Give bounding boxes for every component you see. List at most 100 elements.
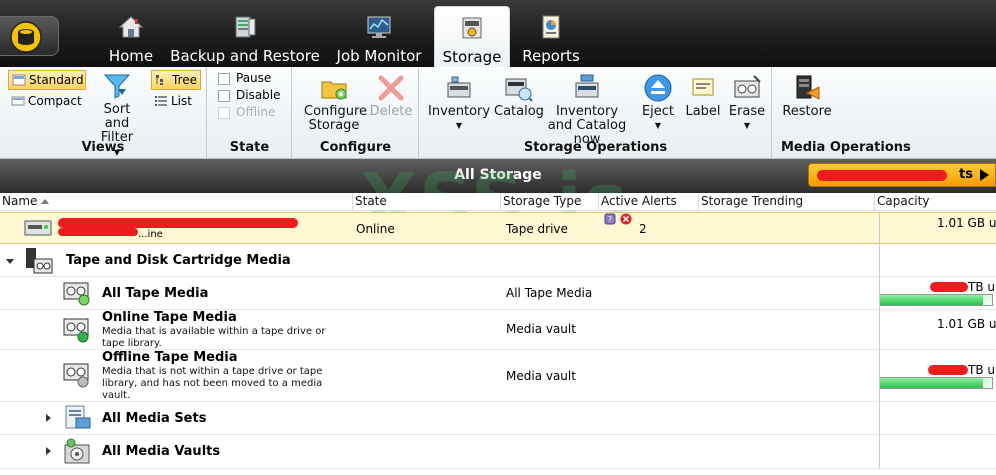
table-row-device[interactable]: ...ine Online Tape drive ? 2 1.01 GB u (0, 212, 996, 244)
alert-error-icon (620, 213, 632, 225)
standard-view-button[interactable]: Standard (8, 70, 86, 90)
configure-storage-label: Configure Storage (304, 104, 368, 133)
tree-view-icon (156, 75, 163, 85)
expand-closed-icon[interactable] (46, 447, 51, 455)
eject-icon (644, 74, 672, 102)
capacity-bar-fill (880, 295, 984, 305)
restore-button[interactable]: Restore (779, 73, 835, 119)
device-storage-type: Tape drive (506, 222, 568, 236)
tape-media-icon (63, 282, 90, 306)
compact-view-label: Compact (28, 94, 82, 108)
offline-tape-media-storage-type: Media vault (506, 369, 576, 383)
column-storage-type[interactable]: Storage Type (500, 194, 598, 210)
table-row-online-tape-media[interactable]: Online Tape Media Media that is availabl… (0, 310, 996, 350)
pause-label: Pause (236, 71, 272, 85)
inventory-icon (447, 76, 471, 98)
label-label: Label (685, 104, 721, 119)
catalog-label: Catalog (494, 104, 544, 119)
tab-label: Storage (442, 48, 502, 66)
column-label: Name (2, 194, 38, 208)
redacted-text (928, 365, 968, 375)
table-row-all-media-sets[interactable]: All Media Sets (0, 402, 996, 435)
home-icon (118, 16, 144, 38)
dropdown-arrow-icon: ▼ (654, 121, 662, 130)
standard-view-label: Standard (29, 73, 84, 87)
ribbon-group-configure: Configure Storage Delete Configure (293, 67, 419, 159)
arrow-right-icon (980, 169, 989, 181)
restore-icon (796, 75, 820, 100)
tab-backup-and-restore[interactable]: Backup and Restore (170, 6, 320, 67)
dropdown-arrow-icon: ▼ (743, 121, 751, 130)
erase-button[interactable]: Erase ▼ (726, 73, 768, 133)
all-tape-media-storage-type: All Tape Media (506, 286, 593, 300)
disable-checkbox[interactable]: Disable (218, 88, 281, 104)
ribbon-group-state: Pause Disable Offline State (208, 67, 292, 159)
delete-icon (378, 75, 404, 101)
disable-label: Disable (236, 88, 281, 102)
column-label: Storage Type (503, 194, 582, 208)
app-menu-button[interactable] (0, 16, 59, 56)
redacted-text (58, 218, 298, 228)
erase-icon (734, 75, 761, 98)
online-tape-media-description: Media that is available within a tape dr… (102, 326, 326, 349)
online-tape-media-storage-type: Media vault (506, 322, 576, 336)
ribbon-group-label: Configure (319, 140, 392, 155)
inventory-and-catalog-now-button[interactable]: Inventory and Catalog now (544, 73, 630, 147)
dropdown-arrow-icon: ▼ (455, 121, 463, 130)
column-label: State (355, 194, 387, 208)
tab-storage[interactable]: Storage (434, 6, 510, 67)
table-row-all-media-vaults[interactable]: All Media Vaults (0, 435, 996, 469)
tree-view-button[interactable]: Tree (151, 70, 201, 90)
eject-button[interactable]: Eject ▼ (634, 73, 682, 133)
top-tab-bar: Home Backup and Restore Job Monitor Stor… (0, 0, 996, 67)
all-tape-media-capacity: TB u (968, 280, 995, 294)
offline-tape-media-title: Offline Tape Media (102, 350, 238, 365)
expand-open-icon[interactable] (6, 259, 14, 264)
compact-view-button[interactable]: Compact (8, 92, 88, 112)
table-row-offline-tape-media[interactable]: Offline Tape Media Media that is not wit… (0, 350, 996, 402)
column-storage-trending[interactable]: Storage Trending (698, 194, 874, 210)
capacity-bar (879, 377, 993, 389)
delete-button[interactable]: Delete (369, 73, 413, 119)
title-band: All Storage ts (0, 159, 996, 193)
tab-reports[interactable]: Reports (516, 6, 586, 67)
offline-tape-media-description: Media that is not within a tape drive or… (102, 366, 323, 401)
label-button[interactable]: Label (682, 73, 724, 119)
restore-label: Restore (782, 104, 832, 119)
column-label: Active Alerts (601, 194, 677, 208)
configure-storage-icon (321, 81, 347, 100)
table-row-all-tape-media[interactable]: All Tape Media All Tape Media TB u (0, 277, 996, 310)
reports-icon (542, 15, 560, 39)
ribbon-group-views: Standard Compact Sort and Filter ▼ Tree … (0, 67, 207, 159)
configure-storage-button[interactable]: Configure Storage (301, 73, 367, 133)
device-alert-count: 2 (639, 222, 647, 236)
alert-info-icon: ? (604, 213, 616, 225)
column-name[interactable]: Name (0, 194, 352, 210)
tape-drive-icon (24, 220, 52, 236)
capacity-column-separator (879, 212, 880, 469)
alerts-button[interactable]: ts (808, 163, 996, 187)
inventory-button[interactable]: Inventory ▼ (428, 73, 490, 133)
catalog-button[interactable]: Catalog (494, 73, 544, 119)
offline-checkbox[interactable]: Offline (218, 105, 275, 121)
column-capacity[interactable]: Capacity (874, 194, 996, 210)
tab-job-monitor[interactable]: Job Monitor (330, 6, 428, 67)
list-view-button[interactable]: List (151, 92, 201, 112)
online-tape-media-capacity: 1.01 GB u (937, 317, 996, 331)
table-row-group[interactable]: Tape and Disk Cartridge Media (0, 245, 996, 277)
capacity-bar (879, 294, 993, 306)
tab-label: Backup and Restore (170, 47, 320, 65)
checkbox-box (218, 107, 230, 119)
ribbon-group-label: State (229, 140, 270, 155)
pause-checkbox[interactable]: Pause (218, 71, 271, 87)
column-state[interactable]: State (352, 194, 500, 210)
tab-label: Job Monitor (336, 47, 422, 65)
all-media-sets-title: All Media Sets (102, 411, 207, 426)
redacted-text (930, 282, 968, 292)
checkbox-box (218, 73, 230, 85)
ribbon-group-media-operations: Restore Media Operations (773, 67, 911, 159)
all-tape-media-title: All Tape Media (102, 286, 209, 301)
column-active-alerts[interactable]: Active Alerts (598, 194, 698, 210)
tab-home[interactable]: Home (97, 6, 165, 67)
expand-closed-icon[interactable] (46, 414, 51, 422)
